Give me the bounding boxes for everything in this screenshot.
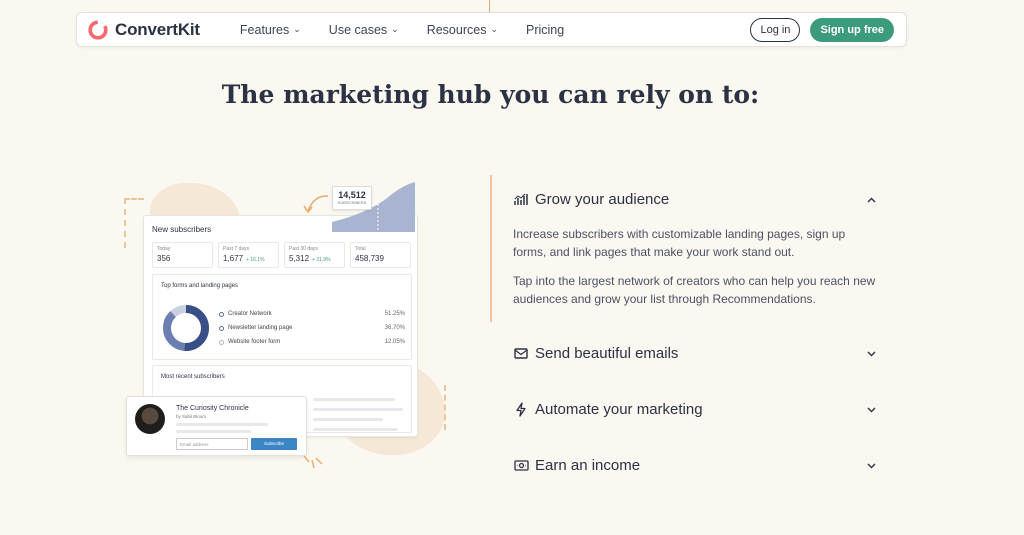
chevron-down-icon[interactable] (866, 349, 876, 359)
chevron-down-icon[interactable] (866, 405, 876, 415)
donut-chart (163, 305, 209, 351)
form-byline: by Sahil Bloom (176, 414, 207, 419)
legend-dot (219, 325, 224, 331)
bar-chart-icon (513, 192, 529, 208)
skeleton-line (313, 398, 395, 401)
legend-row: Newsletter landing page 36.70% (219, 325, 405, 331)
accordion-paragraph: Increase subscribers with customizable l… (513, 227, 846, 259)
accordion-paragraph: Tap into the largest network of creators… (513, 274, 876, 306)
legend-name: Website footer form (228, 339, 281, 345)
nav-item-label: Features (239, 22, 290, 37)
decorative-dashes (124, 198, 144, 200)
avatar (135, 404, 165, 434)
stat-7-days: Past 7 days 1,677 + 16.1% (218, 242, 279, 268)
stat-delta: + 21.9% (312, 257, 331, 263)
accordion-title: Grow your audience (535, 191, 670, 208)
legend-name: Newsletter landing page (228, 325, 293, 331)
stat-30-days: Past 30 days 5,312 + 21.9% (284, 242, 345, 268)
top-divider-line (489, 0, 490, 12)
curved-arrow-icon (303, 195, 329, 214)
counter-value: 14,512 (338, 190, 366, 200)
envelope-icon (513, 346, 529, 362)
skeleton-line (176, 423, 268, 426)
legend-pct: 51.25% (384, 311, 405, 317)
signup-button[interactable]: Sign up free (810, 17, 894, 42)
stat-number: 458,739 (355, 254, 384, 263)
convertkit-logo-icon (88, 19, 108, 40)
chevron-down-icon: ⌄ (391, 24, 399, 34)
nav-item-use-cases[interactable]: Use cases ⌄ (329, 23, 399, 37)
chevron-down-icon: ⌄ (293, 24, 301, 34)
skeleton-line (313, 428, 398, 431)
stat-total: Total 458,739 (350, 242, 411, 268)
form-title: The Curiosity Chronicle (176, 405, 249, 412)
sparkle-icon (303, 455, 323, 469)
stat-number: 5,312 (289, 254, 310, 263)
skeleton-line (176, 430, 251, 433)
accordion-item-grow-audience[interactable]: Grow your audience (513, 191, 876, 208)
stat-label: Total (355, 246, 366, 252)
decorative-dashes (124, 198, 126, 248)
login-button[interactable]: Log in (750, 17, 801, 42)
accordion-item-send-emails[interactable]: Send beautiful emails (513, 345, 876, 362)
legend-dot (219, 311, 224, 317)
legend-pct: 36.70% (384, 325, 405, 331)
legend-row: Website footer form 12.05% (219, 339, 405, 345)
accordion-item-automate[interactable]: Automate your marketing (513, 401, 876, 418)
nav-item-resources[interactable]: Resources ⌄ (427, 23, 498, 37)
legend-pct: 12.05% (384, 339, 405, 345)
nav-item-label: Resources (426, 22, 487, 37)
nav-actions: Log in Sign up free (750, 17, 894, 42)
counter-label: SUBSCRIBERS (337, 200, 367, 205)
accordion-item-earn-income[interactable]: Earn an income (513, 457, 876, 474)
top-forms-panel: Top forms and landing pages Creator Netw… (152, 274, 412, 360)
money-icon (513, 458, 529, 474)
legend-row: Creator Network 51.25% (219, 311, 405, 317)
brand-name: ConvertKit (115, 19, 200, 39)
stat-delta: + 16.1% (246, 257, 265, 263)
stat-label: Past 7 days (223, 246, 250, 252)
skeleton-line (313, 408, 403, 411)
panel-title: Most recent subscribers (161, 374, 225, 380)
stat-today: Today 356 (152, 242, 213, 268)
nav-item-label: Use cases (328, 22, 388, 37)
subscriber-counter: 14,512 SUBSCRIBERS (332, 186, 372, 210)
brand-logo[interactable]: ConvertKit (87, 19, 200, 41)
legend-name: Creator Network (228, 311, 272, 317)
panel-title: Top forms and landing pages (161, 283, 239, 289)
chevron-down-icon[interactable] (866, 461, 876, 471)
email-field: Email address (176, 438, 248, 450)
subscribe-button: Subscribe (251, 438, 297, 450)
page-headline: The marketing hub you can rely on to: (221, 80, 760, 109)
stat-value: 5,312 + 21.9% (289, 254, 331, 263)
accordion-active-indicator (490, 175, 492, 322)
chevron-down-icon: ⌄ (490, 24, 498, 34)
stat-label: Past 30 days (289, 246, 318, 252)
nav-item-label: Pricing (526, 22, 565, 37)
skeleton-line (313, 418, 383, 421)
stat-number: 1,677 (223, 254, 244, 263)
decorative-dashes (444, 385, 446, 430)
nav-menu: Features ⌄ Use cases ⌄ Resources ⌄ Prici… (240, 23, 564, 37)
stat-number: 356 (157, 254, 171, 263)
accordion-title: Automate your marketing (535, 401, 703, 418)
stat-value: 458,739 (355, 254, 384, 263)
accordion-title: Send beautiful emails (535, 345, 679, 362)
legend-dot (219, 339, 224, 345)
accordion-title: Earn an income (535, 457, 641, 474)
nav-item-pricing[interactable]: Pricing (526, 23, 564, 37)
main-nav: ConvertKit Features ⌄ Use cases ⌄ Resour… (76, 12, 907, 47)
card-title: New subscribers (152, 225, 212, 234)
signup-form-card: The Curiosity Chronicle by Sahil Bloom E… (126, 396, 307, 456)
stat-label: Today (157, 246, 171, 252)
chevron-up-icon[interactable] (866, 195, 876, 205)
stat-value: 356 (157, 254, 170, 263)
stat-value: 1,677 + 16.1% (223, 254, 265, 263)
nav-item-features[interactable]: Features ⌄ (240, 23, 301, 37)
lightning-icon (513, 402, 529, 418)
